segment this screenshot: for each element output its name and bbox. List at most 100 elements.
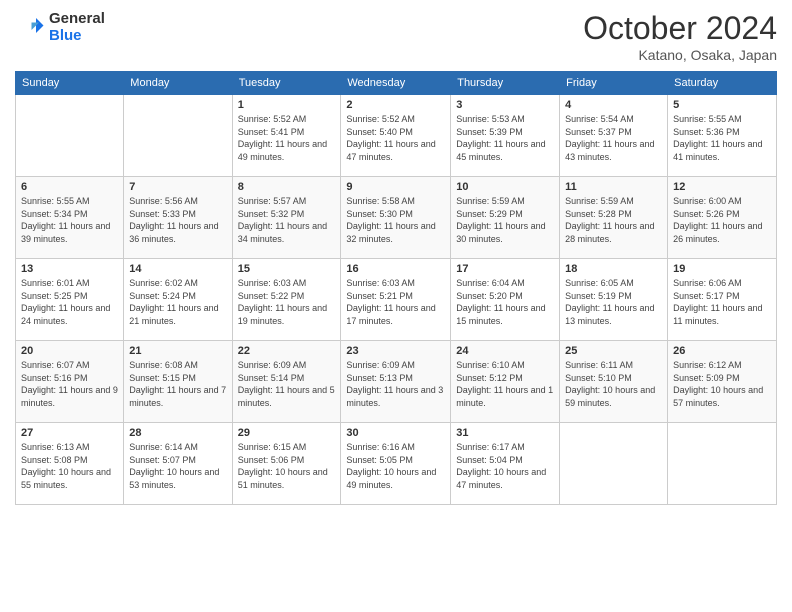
calendar-week-row: 13Sunrise: 6:01 AM Sunset: 5:25 PM Dayli… xyxy=(16,259,777,341)
calendar-cell xyxy=(124,95,232,177)
calendar-cell: 24Sunrise: 6:10 AM Sunset: 5:12 PM Dayli… xyxy=(451,341,560,423)
weekday-header-sunday: Sunday xyxy=(16,72,124,95)
day-info: Sunrise: 5:57 AM Sunset: 5:32 PM Dayligh… xyxy=(238,195,336,245)
title-block: October 2024 Katano, Osaka, Japan xyxy=(583,10,777,63)
day-info: Sunrise: 6:08 AM Sunset: 5:15 PM Dayligh… xyxy=(129,359,226,409)
day-info: Sunrise: 6:04 AM Sunset: 5:20 PM Dayligh… xyxy=(456,277,554,327)
day-info: Sunrise: 5:59 AM Sunset: 5:28 PM Dayligh… xyxy=(565,195,662,245)
day-info: Sunrise: 6:16 AM Sunset: 5:05 PM Dayligh… xyxy=(346,441,445,491)
day-info: Sunrise: 6:10 AM Sunset: 5:12 PM Dayligh… xyxy=(456,359,554,409)
calendar-cell: 22 Sunrise: 6:09 AM Sunset: 5:14 PM Dayli… xyxy=(232,341,341,423)
calendar-cell: 2 Sunrise: 5:52 AM Sunset: 5:40 PM Daylig… xyxy=(341,95,451,177)
calendar-cell xyxy=(16,95,124,177)
day-number: 31 xyxy=(456,427,554,439)
weekday-header-friday: Friday xyxy=(560,72,668,95)
calendar-cell: 21 Sunrise: 6:08 AM Sunset: 5:15 PM Dayli… xyxy=(124,341,232,423)
day-info: Sunrise: 6:02 AM Sunset: 5:24 PM Dayligh… xyxy=(129,277,226,327)
day-info: Sunrise: 5:52 AM Sunset: 5:41 PM Dayligh… xyxy=(238,113,336,163)
day-info: Sunrise: 5:59 AM Sunset: 5:29 PM Dayligh… xyxy=(456,195,554,245)
calendar-cell: 6Sunrise: 5:55 AM Sunset: 5:34 PM Daylig… xyxy=(16,177,124,259)
calendar-week-row: 6Sunrise: 5:55 AM Sunset: 5:34 PM Daylig… xyxy=(16,177,777,259)
day-info: Sunrise: 6:12 AM Sunset: 5:09 PM Dayligh… xyxy=(673,359,771,409)
logo-text: General Blue xyxy=(49,10,105,44)
day-number: 21 xyxy=(129,345,226,357)
day-number: 16 xyxy=(346,263,445,275)
day-info: Sunrise: 5:55 AM Sunset: 5:36 PM Dayligh… xyxy=(673,113,771,163)
day-number: 20 xyxy=(21,345,118,357)
day-info: Sunrise: 6:03 AM Sunset: 5:21 PM Dayligh… xyxy=(346,277,445,327)
day-number: 8 xyxy=(238,181,336,193)
weekday-header-tuesday: Tuesday xyxy=(232,72,341,95)
weekday-header-saturday: Saturday xyxy=(668,72,777,95)
day-info: Sunrise: 6:07 AM Sunset: 5:16 PM Dayligh… xyxy=(21,359,118,409)
day-number: 18 xyxy=(565,263,662,275)
calendar-cell xyxy=(668,423,777,505)
day-number: 5 xyxy=(673,99,771,111)
calendar-header-row: SundayMondayTuesdayWednesdayThursdayFrid… xyxy=(16,72,777,95)
day-info: Sunrise: 6:00 AM Sunset: 5:26 PM Dayligh… xyxy=(673,195,771,245)
day-info: Sunrise: 6:09 AM Sunset: 5:14 PM Dayligh… xyxy=(238,359,336,409)
calendar-cell xyxy=(560,423,668,505)
day-number: 26 xyxy=(673,345,771,357)
calendar-week-row: 20 Sunrise: 6:07 AM Sunset: 5:16 PM Dayli… xyxy=(16,341,777,423)
calendar-cell: 31 Sunrise: 6:17 AM Sunset: 5:04 PM Dayli… xyxy=(451,423,560,505)
calendar-cell: 25Sunrise: 6:11 AM Sunset: 5:10 PM Dayli… xyxy=(560,341,668,423)
day-info: Sunrise: 5:54 AM Sunset: 5:37 PM Dayligh… xyxy=(565,113,662,163)
calendar-table: SundayMondayTuesdayWednesdayThursdayFrid… xyxy=(15,71,777,505)
day-info: Sunrise: 6:17 AM Sunset: 5:04 PM Dayligh… xyxy=(456,441,554,491)
day-number: 1 xyxy=(238,99,336,111)
day-info: Sunrise: 6:03 AM Sunset: 5:22 PM Dayligh… xyxy=(238,277,336,327)
calendar-week-row: 1 Sunrise: 5:52 AM Sunset: 5:41 PM Daylig… xyxy=(16,95,777,177)
location: Katano, Osaka, Japan xyxy=(583,47,777,63)
calendar-cell: 13Sunrise: 6:01 AM Sunset: 5:25 PM Dayli… xyxy=(16,259,124,341)
calendar-cell: 1 Sunrise: 5:52 AM Sunset: 5:41 PM Daylig… xyxy=(232,95,341,177)
calendar-cell: 20 Sunrise: 6:07 AM Sunset: 5:16 PM Dayli… xyxy=(16,341,124,423)
calendar-cell: 14 Sunrise: 6:02 AM Sunset: 5:24 PM Dayli… xyxy=(124,259,232,341)
day-info: Sunrise: 6:05 AM Sunset: 5:19 PM Dayligh… xyxy=(565,277,662,327)
calendar-page: General Blue October 2024 Katano, Osaka,… xyxy=(0,0,792,612)
weekday-header-monday: Monday xyxy=(124,72,232,95)
logo: General Blue xyxy=(15,10,105,44)
day-info: Sunrise: 6:14 AM Sunset: 5:07 PM Dayligh… xyxy=(129,441,226,491)
day-number: 9 xyxy=(346,181,445,193)
day-number: 25 xyxy=(565,345,662,357)
calendar-cell: 7Sunrise: 5:56 AM Sunset: 5:33 PM Daylig… xyxy=(124,177,232,259)
day-info: Sunrise: 6:15 AM Sunset: 5:06 PM Dayligh… xyxy=(238,441,336,491)
day-info: Sunrise: 5:53 AM Sunset: 5:39 PM Dayligh… xyxy=(456,113,554,163)
calendar-cell: 10Sunrise: 5:59 AM Sunset: 5:29 PM Dayli… xyxy=(451,177,560,259)
day-number: 27 xyxy=(21,427,118,439)
weekday-header-thursday: Thursday xyxy=(451,72,560,95)
day-number: 2 xyxy=(346,99,445,111)
day-number: 22 xyxy=(238,345,336,357)
calendar-cell: 27Sunrise: 6:13 AM Sunset: 5:08 PM Dayli… xyxy=(16,423,124,505)
day-number: 7 xyxy=(129,181,226,193)
day-number: 11 xyxy=(565,181,662,193)
day-number: 13 xyxy=(21,263,118,275)
calendar-week-row: 27Sunrise: 6:13 AM Sunset: 5:08 PM Dayli… xyxy=(16,423,777,505)
calendar-cell: 30 Sunrise: 6:16 AM Sunset: 5:05 PM Dayli… xyxy=(341,423,451,505)
day-number: 15 xyxy=(238,263,336,275)
day-info: Sunrise: 5:58 AM Sunset: 5:30 PM Dayligh… xyxy=(346,195,445,245)
day-number: 12 xyxy=(673,181,771,193)
calendar-cell: 18 Sunrise: 6:05 AM Sunset: 5:19 PM Dayli… xyxy=(560,259,668,341)
header: General Blue October 2024 Katano, Osaka,… xyxy=(15,10,777,63)
calendar-cell: 17Sunrise: 6:04 AM Sunset: 5:20 PM Dayli… xyxy=(451,259,560,341)
day-info: Sunrise: 5:52 AM Sunset: 5:40 PM Dayligh… xyxy=(346,113,445,163)
day-number: 14 xyxy=(129,263,226,275)
day-number: 4 xyxy=(565,99,662,111)
calendar-cell: 8 Sunrise: 5:57 AM Sunset: 5:32 PM Daylig… xyxy=(232,177,341,259)
calendar-cell: 29 Sunrise: 6:15 AM Sunset: 5:06 PM Dayli… xyxy=(232,423,341,505)
month-title: October 2024 xyxy=(583,10,777,47)
weekday-header-wednesday: Wednesday xyxy=(341,72,451,95)
calendar-cell: 15 Sunrise: 6:03 AM Sunset: 5:22 PM Dayli… xyxy=(232,259,341,341)
logo-icon xyxy=(15,12,45,42)
day-number: 29 xyxy=(238,427,336,439)
day-number: 30 xyxy=(346,427,445,439)
calendar-cell: 28 Sunrise: 6:14 AM Sunset: 5:07 PM Dayli… xyxy=(124,423,232,505)
calendar-cell: 4 Sunrise: 5:54 AM Sunset: 5:37 PM Daylig… xyxy=(560,95,668,177)
calendar-cell: 9 Sunrise: 5:58 AM Sunset: 5:30 PM Daylig… xyxy=(341,177,451,259)
calendar-cell: 5 Sunrise: 5:55 AM Sunset: 5:36 PM Daylig… xyxy=(668,95,777,177)
calendar-cell: 19Sunrise: 6:06 AM Sunset: 5:17 PM Dayli… xyxy=(668,259,777,341)
day-number: 23 xyxy=(346,345,445,357)
day-number: 28 xyxy=(129,427,226,439)
